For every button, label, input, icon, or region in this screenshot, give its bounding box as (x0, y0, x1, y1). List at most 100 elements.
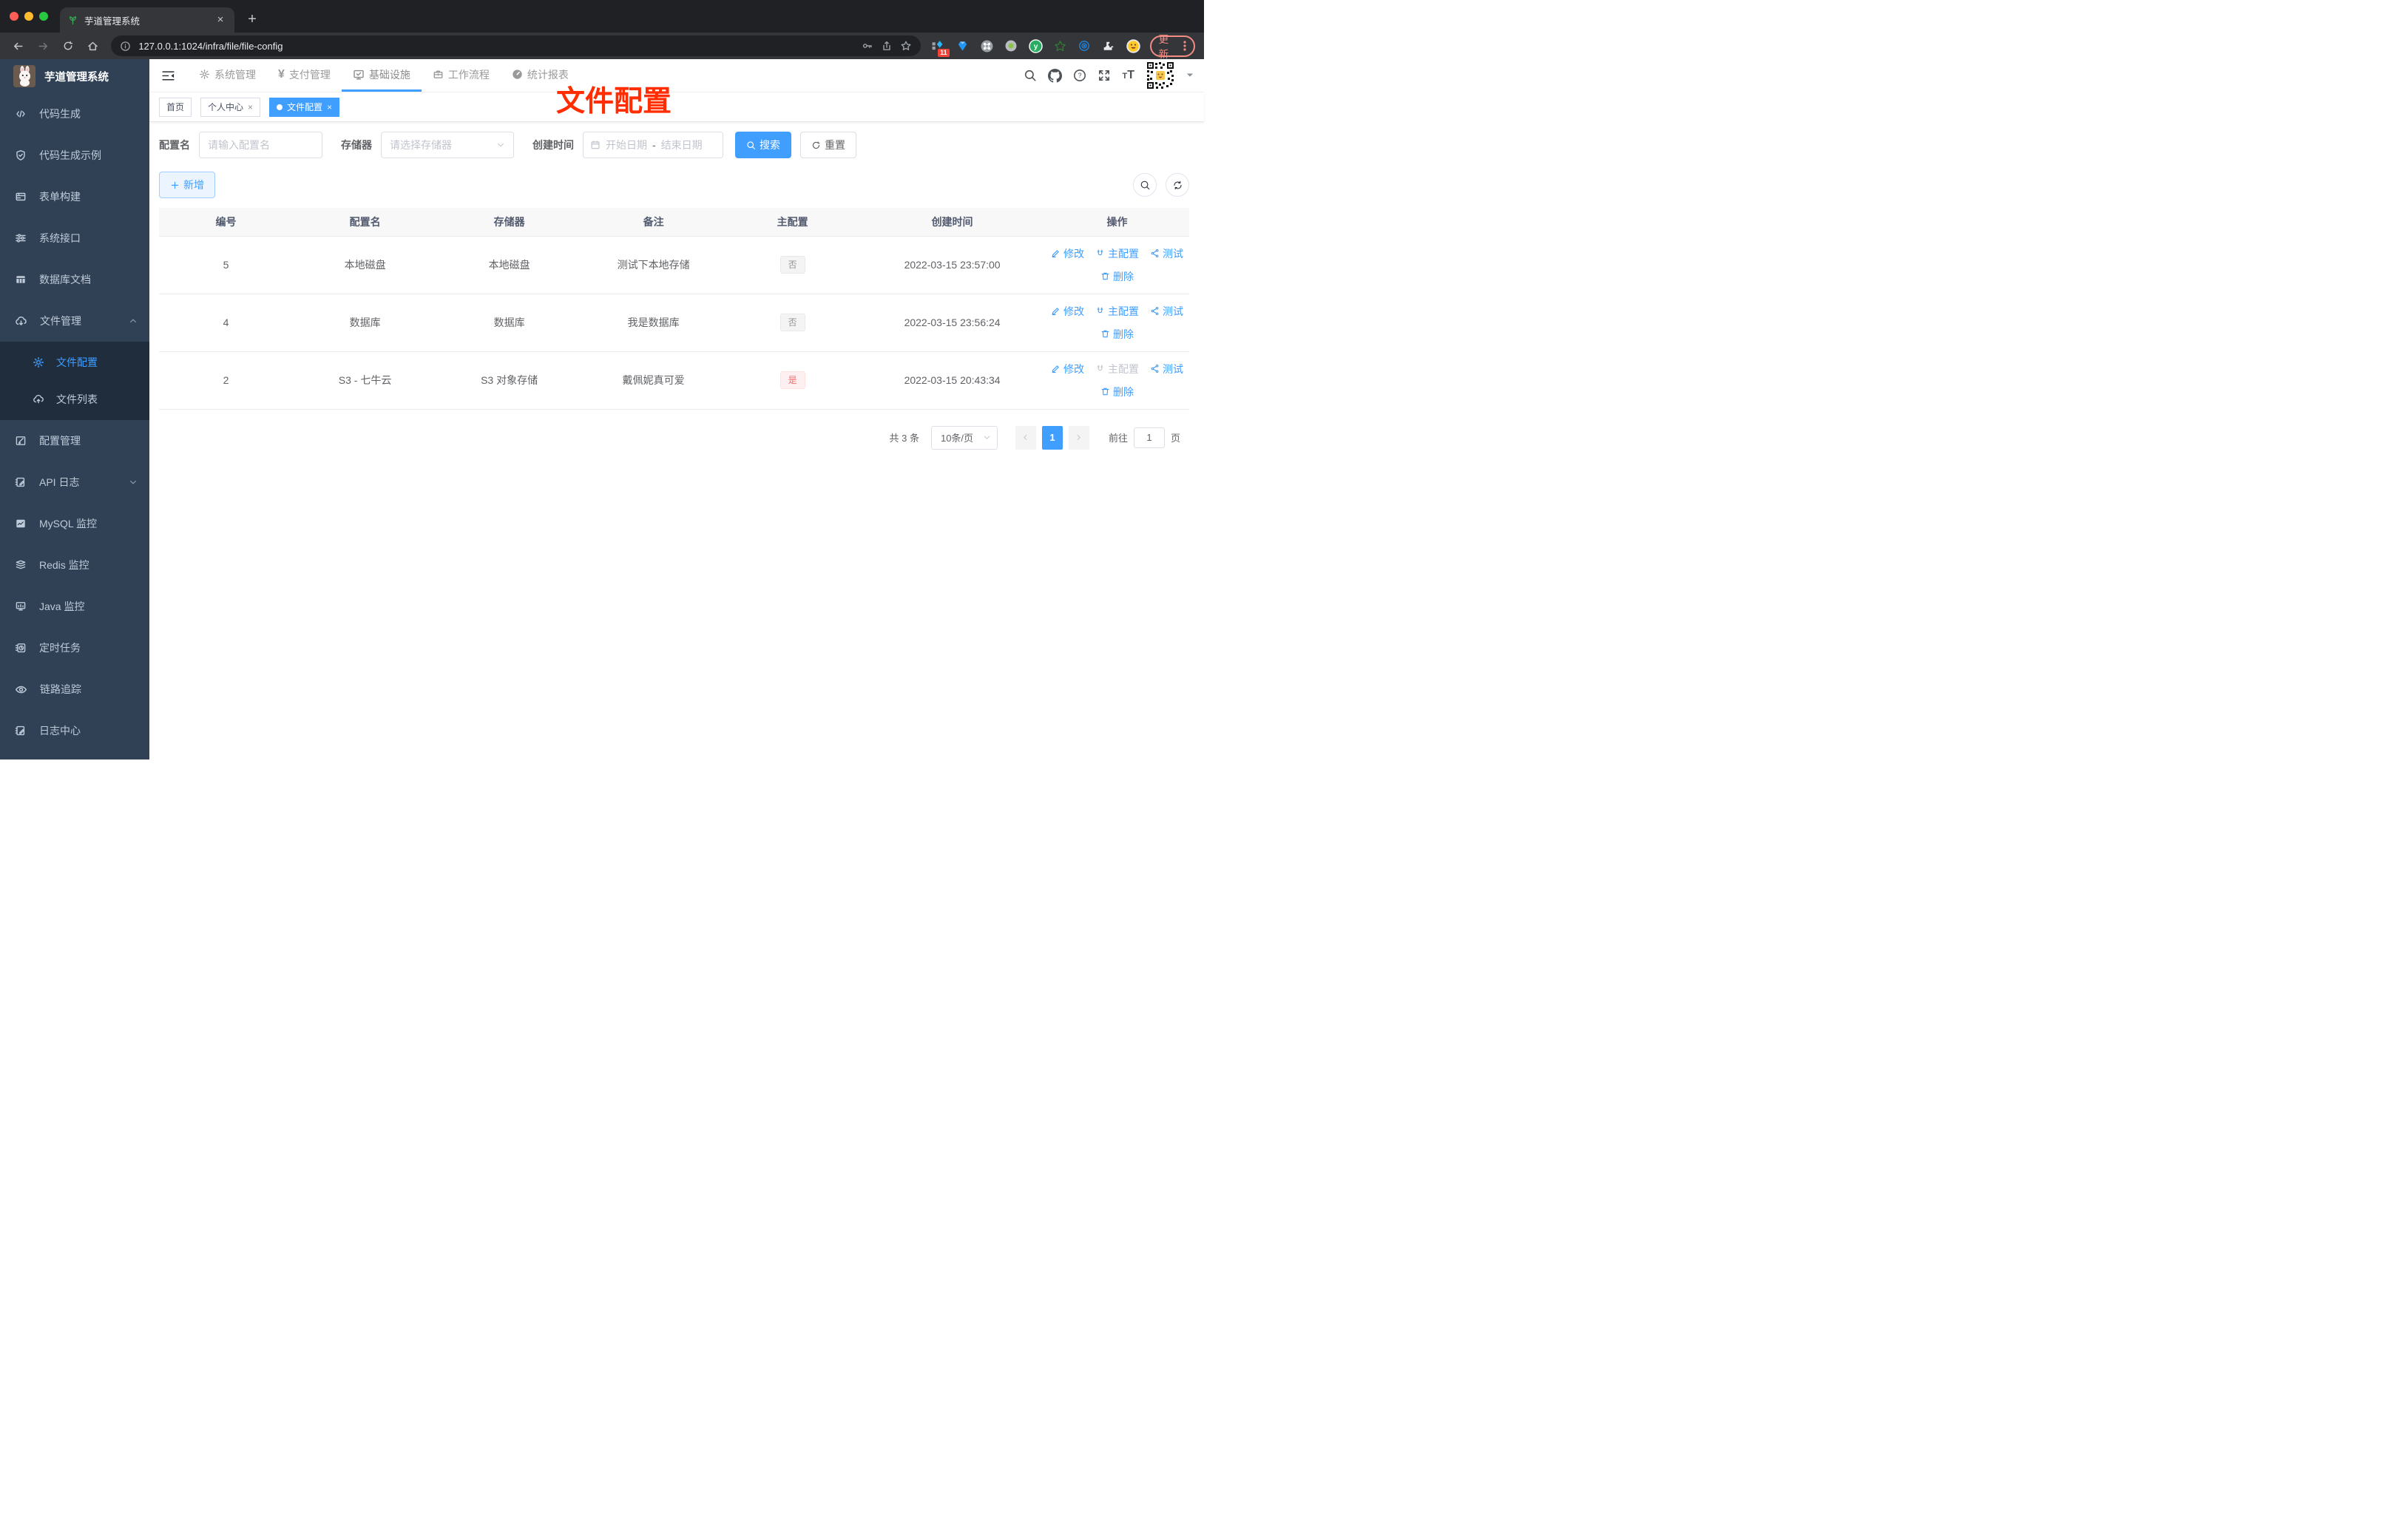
delete-action[interactable]: 删除 (1100, 385, 1134, 399)
reload-button[interactable] (58, 36, 78, 55)
prev-page-button[interactable] (1015, 425, 1036, 450)
minimize-window-button[interactable] (24, 12, 33, 21)
storage-select[interactable]: 请选择存储器 (381, 132, 514, 158)
edit-action[interactable]: 修改 (1051, 246, 1084, 261)
current-page-button[interactable]: 1 (1041, 425, 1063, 450)
refresh-table-button[interactable] (1166, 173, 1189, 197)
tab-workflow[interactable]: 工作流程 (422, 59, 501, 92)
sidebar-item-file-list[interactable]: 文件列表 (0, 381, 149, 418)
edit-action[interactable]: 修改 (1051, 362, 1084, 376)
tag-close-icon[interactable]: × (327, 102, 332, 112)
cell-created: 2022-03-15 23:56:24 (859, 294, 1045, 352)
sidebar-item-form-builder[interactable]: 表单构建 (0, 176, 149, 217)
extension-star-icon[interactable] (1054, 40, 1066, 53)
extension-circle-icon[interactable] (1005, 40, 1018, 53)
tab-close-icon[interactable]: × (214, 13, 227, 27)
add-button[interactable]: 新增 (159, 172, 215, 198)
test-action[interactable]: 测试 (1150, 246, 1183, 261)
tab-system-management[interactable]: 系统管理 (188, 59, 267, 92)
tag-close-icon[interactable]: × (248, 102, 253, 112)
browser-update-button[interactable]: 更新 (1149, 34, 1195, 60)
browser-menu-icon[interactable] (1183, 40, 1186, 52)
sidebar-item-label: 文件管理 (40, 315, 81, 327)
sidebar-item-redis-monitor[interactable]: Redis 监控 (0, 544, 149, 586)
config-name-input[interactable]: 请输入配置名 (199, 132, 322, 158)
tag-file-config[interactable]: 文件配置 × (269, 97, 340, 117)
edit-action[interactable]: 修改 (1051, 304, 1084, 319)
sidebar-item-system-api[interactable]: 系统接口 (0, 217, 149, 259)
pagination-total: 共 3 条 (889, 433, 919, 444)
password-key-icon[interactable] (862, 40, 873, 52)
date-range-picker[interactable]: 开始日期 - 结束日期 (583, 132, 723, 158)
help-icon[interactable]: ? (1073, 69, 1086, 82)
sidebar-item-label: Java 监控 (39, 601, 85, 612)
extension-rings-icon[interactable] (1078, 40, 1091, 53)
sidebar-collapse-button[interactable] (157, 64, 179, 87)
sidebar-item-api-log[interactable]: API 日志 (0, 461, 149, 503)
cell-storage: S3 对象存储 (437, 351, 582, 410)
next-page-button[interactable] (1068, 425, 1089, 450)
master-config-action[interactable]: 主配置 (1095, 246, 1139, 261)
sidebar-item-code-example[interactable]: 代码生成示例 (0, 135, 149, 176)
bookmark-star-icon[interactable] (900, 40, 912, 52)
extension-diamond-icon[interactable]: 11 (932, 40, 950, 57)
sidebar-item-label: 链路追踪 (40, 683, 81, 695)
extension-y-icon[interactable]: y (1028, 38, 1043, 53)
site-info-icon[interactable] (120, 41, 131, 52)
home-button[interactable] (84, 36, 103, 55)
test-action[interactable]: 测试 (1150, 362, 1183, 376)
delete-action[interactable]: 删除 (1100, 269, 1134, 284)
browser-tab[interactable]: 芋道管理系统 × (60, 7, 234, 33)
goto-page-input[interactable] (1133, 427, 1165, 448)
extension-emoji-icon[interactable] (1126, 38, 1140, 53)
reset-button[interactable]: 重置 (800, 132, 856, 158)
tag-home[interactable]: 首页 (159, 97, 192, 117)
sidebar-item-log-center[interactable]: 日志中心 (0, 710, 149, 751)
col-storage: 存储器 (437, 208, 582, 237)
magnet-icon (1097, 307, 1103, 314)
search-icon[interactable] (1024, 69, 1037, 82)
sidebar-item-scheduled-jobs[interactable]: 定时任务 (0, 627, 149, 669)
address-bar[interactable]: 127.0.0.1:1024/infra/file/file-config (111, 35, 921, 56)
search-button[interactable]: 搜索 (735, 132, 791, 158)
tab-infrastructure[interactable]: 基础设施 (341, 59, 422, 92)
database-table-icon (16, 276, 25, 283)
sidebar-logo-row[interactable]: 芋道管理系统 (0, 59, 149, 93)
extensions-puzzle-icon[interactable] (1103, 40, 1115, 53)
back-button[interactable] (9, 36, 28, 55)
tab-favicon-plant-icon (69, 16, 77, 24)
close-window-button[interactable] (10, 12, 18, 21)
sidebar-item-code-generation[interactable]: 代码生成 (0, 93, 149, 135)
master-config-action-disabled[interactable]: 主配置 (1095, 362, 1139, 376)
sidebar-item-file-management[interactable]: 文件管理 (0, 300, 149, 342)
extension-command-icon[interactable] (981, 40, 993, 53)
start-date-placeholder: 开始日期 (606, 139, 647, 151)
test-action[interactable]: 测试 (1150, 304, 1183, 319)
share-icon[interactable] (881, 40, 893, 52)
fullscreen-icon[interactable] (1098, 69, 1111, 82)
zoom-window-button[interactable] (39, 12, 48, 21)
forward-button[interactable] (34, 36, 53, 55)
tab-title: 芋道管理系统 (84, 16, 141, 27)
toggle-search-button[interactable] (1133, 173, 1157, 197)
page-size-value: 10条/页 (940, 433, 974, 444)
tab-payment-management[interactable]: ¥ 支付管理 (267, 59, 342, 92)
sidebar-item-config-management[interactable]: 配置管理 (0, 420, 149, 461)
sidebar-item-file-config[interactable]: 文件配置 (0, 344, 149, 381)
extension-gem-icon[interactable] (956, 40, 969, 53)
master-config-action[interactable]: 主配置 (1095, 304, 1139, 319)
url-text[interactable]: 127.0.0.1:1024/infra/file/file-config (138, 41, 853, 52)
sidebar-item-database-doc[interactable]: 数据库文档 (0, 259, 149, 300)
delete-action[interactable]: 删除 (1100, 327, 1134, 342)
github-icon[interactable] (1048, 68, 1063, 83)
font-size-icon[interactable]: TT (1122, 69, 1134, 82)
sidebar-item-tracing[interactable]: 链路追踪 (0, 669, 149, 710)
sidebar-item-mysql-monitor[interactable]: MySQL 监控 (0, 503, 149, 544)
tag-profile[interactable]: 个人中心 × (200, 97, 261, 117)
sidebar-item-java-monitor[interactable]: Java 监控 (0, 586, 149, 627)
cell-remark: 测试下本地存储 (581, 236, 726, 294)
page-size-select[interactable]: 10条/页 (930, 425, 998, 450)
avatar-caret-down-icon[interactable] (1186, 72, 1194, 78)
avatar[interactable] (1146, 61, 1175, 90)
new-tab-button[interactable]: + (243, 10, 262, 30)
